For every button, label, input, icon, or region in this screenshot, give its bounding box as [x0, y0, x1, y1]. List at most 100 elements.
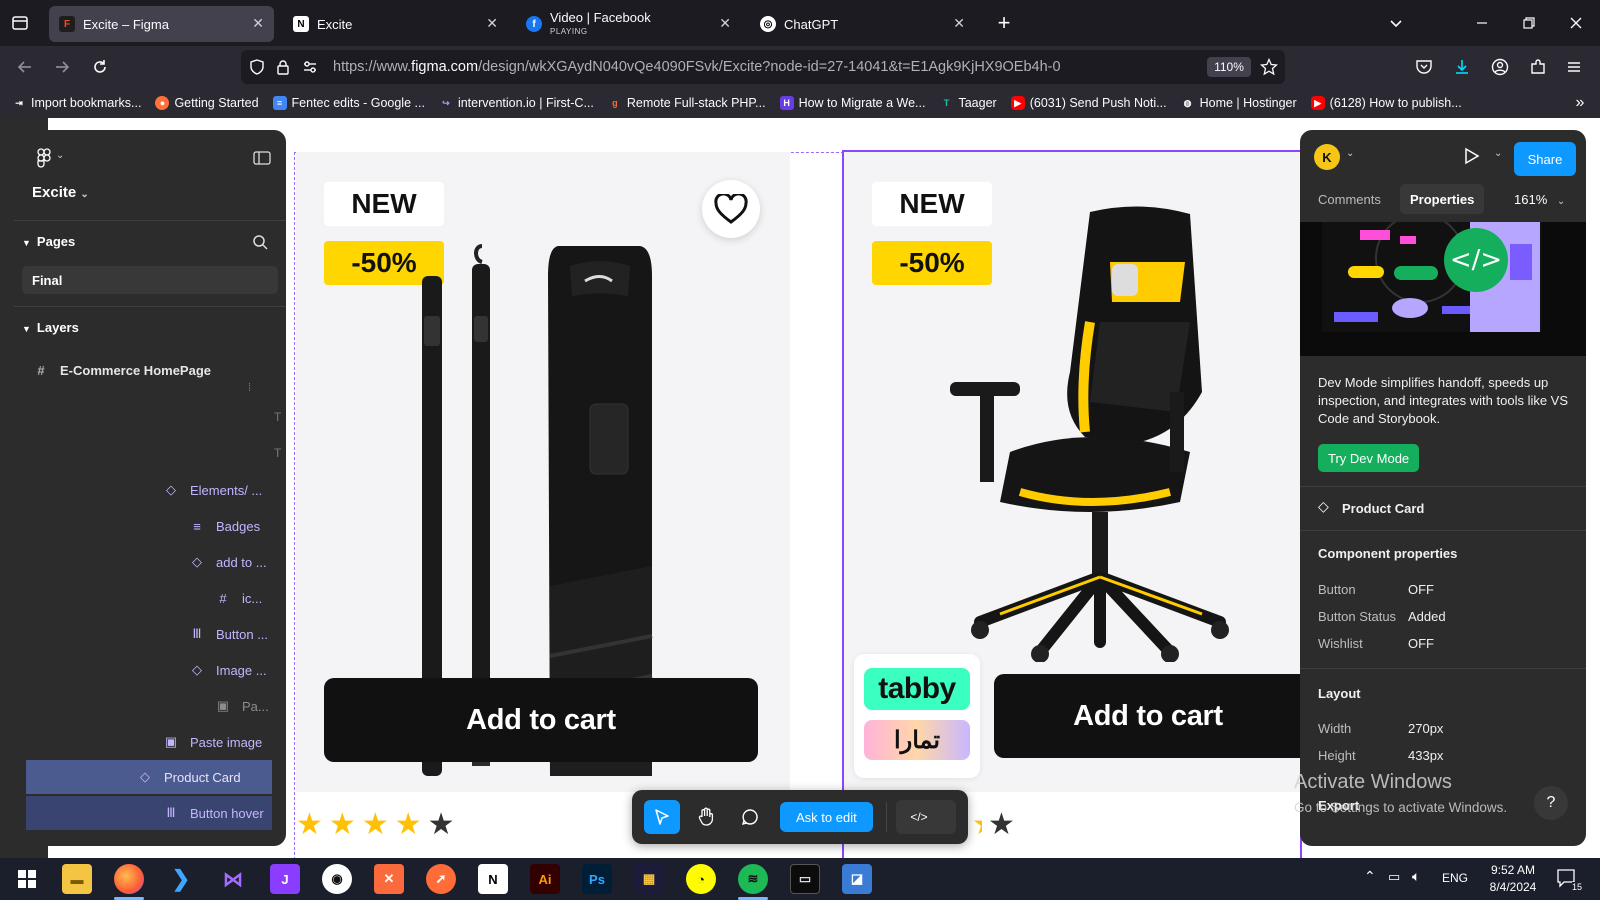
prop-value-button[interactable]: OFF	[1408, 582, 1434, 597]
clock[interactable]: 9:52 AM 8/4/2024	[1478, 862, 1548, 896]
photoshop-icon[interactable]: Ps	[582, 864, 612, 894]
page-item-final[interactable]: Final	[22, 266, 278, 294]
window-close-icon[interactable]	[1562, 9, 1590, 37]
bookmark-push-notifications[interactable]: ▶ (6031) Send Push Noti...	[1010, 96, 1167, 110]
avatar[interactable]: K	[1314, 144, 1340, 170]
visual-studio-icon[interactable]: ⋈	[218, 864, 248, 894]
spotify-icon[interactable]: ≋	[738, 864, 768, 894]
add-to-cart-button[interactable]: Add to cart	[994, 674, 1302, 758]
download-icon[interactable]	[1448, 53, 1476, 81]
layer-ic[interactable]: # ic...	[212, 582, 262, 614]
terminal-icon[interactable]: ▭	[790, 864, 820, 894]
layout-width-value[interactable]: 270px	[1408, 721, 1443, 736]
notification-center-icon[interactable]: 15	[1556, 868, 1582, 892]
file-name[interactable]: Excite ⌄	[32, 184, 89, 201]
bookmark-fentec[interactable]: ≡ Fentec edits - Google ...	[272, 96, 425, 110]
bookmark-star-icon[interactable]	[1255, 53, 1283, 81]
add-to-cart-button[interactable]: Add to cart	[324, 678, 758, 762]
shield-icon[interactable]	[243, 53, 271, 81]
account-icon[interactable]	[1486, 53, 1514, 81]
tab-excite-figma[interactable]: F Excite – Figma ✕	[49, 6, 274, 42]
notion-icon[interactable]: N	[478, 864, 508, 894]
chevron-down-icon[interactable]: ⌄	[1346, 148, 1354, 159]
illustrator-icon[interactable]: Ai	[530, 864, 560, 894]
firefox-icon[interactable]	[114, 864, 144, 894]
tab-properties[interactable]: Properties	[1400, 184, 1485, 214]
layer-paste-image[interactable]: ▣ Paste image	[160, 726, 262, 758]
github-icon[interactable]: ◉	[322, 864, 352, 894]
layout-height-value[interactable]: 433px	[1408, 748, 1443, 763]
bookmark-import[interactable]: ⇥ Import bookmarks...	[12, 96, 141, 110]
forward-icon[interactable]	[48, 53, 76, 81]
bookmark-getting-started[interactable]: ● Getting Started	[155, 96, 259, 110]
language-indicator[interactable]: ENG	[1442, 871, 1468, 885]
jetbrains-icon[interactable]: J	[270, 864, 300, 894]
postman-icon[interactable]: ➚	[426, 864, 456, 894]
bookmark-publish[interactable]: ▶ (6128) How to publish...	[1310, 96, 1462, 110]
tab-video-facebook[interactable]: f Video | Facebook PLAYING ✕	[516, 6, 741, 42]
share-button[interactable]: Share	[1514, 142, 1576, 176]
bookmarks-overflow-icon[interactable]: »	[1566, 89, 1594, 117]
wishlist-heart-button[interactable]	[702, 180, 760, 238]
vscode-icon[interactable]: ❯	[166, 864, 196, 894]
volume-icon[interactable]: 🔈︎	[1412, 868, 1420, 885]
windows-start-icon[interactable]	[12, 864, 42, 894]
layer-add-to[interactable]: ◇ add to ...	[186, 546, 267, 578]
back-icon[interactable]	[11, 53, 39, 81]
layer-product-card[interactable]: ◇ Product Card	[134, 761, 241, 793]
bookmark-taager[interactable]: T Taager	[939, 96, 997, 110]
minimize-icon[interactable]	[1468, 9, 1496, 37]
layers-section[interactable]: ▼ Layers	[22, 320, 79, 335]
pocket-icon[interactable]	[1410, 53, 1438, 81]
tab-excite[interactable]: N Excite ✕	[283, 6, 508, 42]
layer-badges[interactable]: ≡ Badges	[186, 510, 260, 542]
zoom-level-badge[interactable]: 110%	[1207, 57, 1251, 77]
permissions-icon[interactable]	[296, 53, 324, 81]
pages-section[interactable]: ▼ Pages	[22, 234, 75, 249]
lock-icon[interactable]	[269, 53, 297, 81]
xampp-icon[interactable]: ✕	[374, 864, 404, 894]
present-play-icon[interactable]	[1458, 142, 1486, 170]
tab-list-icon[interactable]	[6, 9, 34, 37]
try-devmode-button[interactable]: Try Dev Mode	[1318, 444, 1420, 472]
menu-icon[interactable]	[1560, 53, 1588, 81]
layer-image[interactable]: ◇ Image ...	[186, 654, 267, 686]
hand-tool-button[interactable]	[688, 800, 724, 834]
layer-ecommerce-homepage[interactable]: # E-Commerce HomePage	[30, 354, 211, 386]
close-icon[interactable]: ✕	[252, 15, 264, 32]
app-icon[interactable]: ▦	[634, 864, 664, 894]
layer-pa[interactable]: ▣ Pa...	[212, 690, 269, 722]
new-tab-icon[interactable]: +	[990, 9, 1018, 37]
prop-value-button-status[interactable]: Added	[1408, 609, 1446, 624]
bookmark-remote[interactable]: g Remote Full-stack PHP...	[608, 96, 765, 110]
chevron-down-icon[interactable]	[1382, 9, 1410, 37]
restore-icon[interactable]	[1515, 9, 1543, 37]
chevron-down-icon[interactable]: ⌄	[1494, 148, 1502, 159]
battery-icon[interactable]: ▭	[1388, 869, 1400, 885]
help-button[interactable]: ?	[1534, 786, 1568, 820]
url-text[interactable]: https://www.figma.com/design/wkXGAydN040…	[333, 59, 1061, 75]
prop-value-wishlist[interactable]: OFF	[1408, 636, 1434, 651]
bookmark-migrate[interactable]: H How to Migrate a We...	[779, 96, 925, 110]
tray-chevron-up-icon[interactable]: ⌃	[1364, 868, 1376, 885]
sidebar-toggle-icon[interactable]	[248, 144, 276, 172]
layer-elements[interactable]: ◇ Elements/ ...	[160, 474, 262, 506]
close-icon[interactable]: ✕	[486, 15, 498, 32]
comment-tool-button[interactable]	[732, 800, 768, 834]
layer-button-hover[interactable]: Ⅲ Button hover	[160, 797, 264, 829]
bookmark-intervention[interactable]: ↪ intervention.io | First-C...	[439, 96, 594, 110]
layer-button[interactable]: Ⅲ Button ...	[186, 618, 269, 650]
chevron-down-icon[interactable]: ⌄	[56, 150, 64, 161]
close-icon[interactable]: ✕	[953, 15, 965, 32]
zoom-dropdown[interactable]: 161% ⌄	[1514, 192, 1565, 207]
file-explorer-icon[interactable]: ▬	[62, 864, 92, 894]
url-bar[interactable]: https://www.figma.com/design/wkXGAydN040…	[241, 50, 1285, 84]
figma-menu-icon[interactable]	[30, 144, 58, 172]
move-tool-button[interactable]	[644, 800, 680, 834]
search-icon[interactable]	[246, 228, 274, 256]
extensions-icon[interactable]	[1524, 53, 1552, 81]
close-icon[interactable]: ✕	[719, 15, 731, 32]
tab-comments[interactable]: Comments	[1318, 192, 1381, 207]
paint-icon[interactable]: ◪	[842, 864, 872, 894]
tab-chatgpt[interactable]: ◎ ChatGPT ✕	[750, 6, 975, 42]
